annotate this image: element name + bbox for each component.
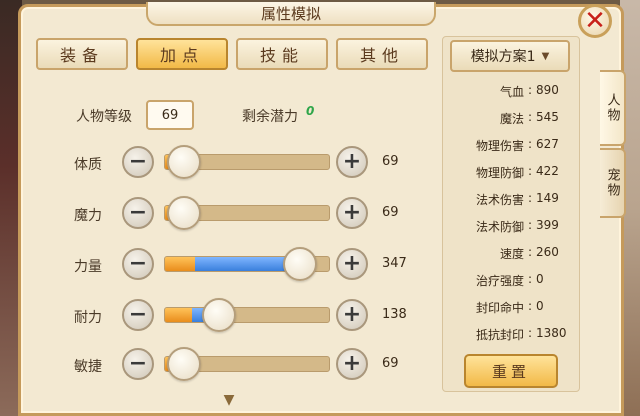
stat-name: 魔法 — [499, 112, 524, 126]
close-button[interactable]: ✕ — [578, 4, 612, 38]
attribute-value: 138 — [382, 307, 407, 322]
stat-name: 法术防御 — [475, 220, 524, 234]
plus-button[interactable]: + — [336, 299, 368, 331]
minus-button[interactable]: − — [122, 248, 154, 280]
attribute-label: 耐力 — [74, 310, 102, 326]
attribute-value: 69 — [382, 154, 399, 169]
minus-icon: − — [128, 351, 148, 376]
attribute-slider-track[interactable] — [164, 307, 330, 323]
stat-name: 物理防御 — [475, 166, 524, 180]
stat-value: 0 — [536, 299, 544, 313]
stat-separator: : — [527, 299, 533, 313]
plus-button[interactable]: + — [336, 146, 368, 178]
stat-row: 治疗强度:0 — [446, 272, 576, 289]
stat-row: 封印命中:0 — [446, 299, 576, 316]
stat-name: 治疗强度 — [475, 274, 524, 288]
tab-equipment[interactable]: 装备 — [36, 38, 128, 70]
potential-label: 剩余潜力 — [242, 109, 298, 125]
stat-name: 物理伤害 — [475, 139, 524, 153]
minus-icon: − — [128, 251, 148, 276]
close-icon: ✕ — [584, 6, 606, 36]
stat-value: 890 — [536, 83, 559, 97]
stat-value: 149 — [536, 191, 559, 205]
stat-value: 260 — [536, 245, 559, 259]
minus-icon: − — [128, 149, 148, 174]
stat-separator: : — [527, 110, 533, 124]
tab-skills[interactable]: 技能 — [236, 38, 328, 70]
attribute-value: 347 — [382, 256, 407, 271]
stat-name: 抵抗封印 — [475, 328, 524, 342]
plus-button[interactable]: + — [336, 348, 368, 380]
slider-knob[interactable] — [201, 298, 236, 332]
plus-icon: + — [342, 251, 362, 276]
stat-value: 1380 — [536, 326, 567, 340]
stat-separator: : — [527, 272, 533, 286]
plus-icon: + — [342, 200, 362, 225]
slider-knob[interactable] — [166, 196, 201, 230]
stat-row: 法术防御:399 — [446, 218, 576, 235]
attribute-value: 69 — [382, 205, 399, 220]
slider-fill-base — [165, 257, 195, 271]
plus-button[interactable]: + — [336, 248, 368, 280]
stat-value: 0 — [536, 272, 544, 286]
minus-icon: − — [128, 200, 148, 225]
stat-separator: : — [527, 191, 533, 205]
reset-button[interactable]: 重置 — [464, 354, 558, 388]
stat-separator: : — [527, 83, 533, 97]
stat-name: 封印命中 — [475, 301, 524, 315]
attribute-label: 力量 — [74, 259, 102, 275]
attribute-label: 魔力 — [74, 208, 102, 224]
attribute-value: 69 — [382, 356, 399, 371]
stat-separator: : — [527, 326, 533, 340]
scroll-down-icon[interactable]: ▼ — [219, 392, 239, 408]
minus-icon: − — [128, 302, 148, 327]
level-label: 人物等级 — [76, 109, 132, 125]
slider-fill-base — [165, 308, 192, 322]
slider-knob[interactable] — [166, 145, 201, 179]
potential-value: 0 — [306, 104, 315, 118]
attribute-label: 敏捷 — [74, 359, 102, 375]
stat-name: 法术伤害 — [475, 193, 524, 207]
tab-add-points[interactable]: 加点 — [136, 38, 228, 70]
stat-separator: : — [527, 218, 533, 232]
chevron-down-icon: ▼ — [541, 50, 550, 62]
attribute-label: 体质 — [74, 157, 102, 173]
stat-row: 法术伤害:149 — [446, 191, 576, 208]
stat-value: 627 — [536, 137, 559, 151]
stat-name: 气血 — [499, 85, 524, 99]
plus-icon: + — [342, 149, 362, 174]
scheme-dropdown[interactable]: 模拟方案1 ▼ — [450, 40, 570, 72]
stat-name: 速度 — [499, 247, 524, 261]
stat-row: 抵抗封印:1380 — [446, 326, 576, 343]
stat-separator: : — [527, 164, 533, 178]
tab-other[interactable]: 其他 — [336, 38, 428, 70]
scheme-label: 模拟方案1 — [470, 49, 536, 65]
stat-row: 气血:890 — [446, 83, 576, 100]
stat-separator: : — [527, 245, 533, 259]
plus-icon: + — [342, 302, 362, 327]
stat-value: 422 — [536, 164, 559, 178]
window-title: 属性模拟 — [146, 2, 436, 26]
plus-icon: + — [342, 351, 362, 376]
stat-row: 物理伤害:627 — [446, 137, 576, 154]
stat-row: 速度:260 — [446, 245, 576, 262]
stat-row: 物理防御:422 — [446, 164, 576, 181]
side-tab-character[interactable]: 人物 — [600, 70, 626, 146]
stat-value: 399 — [536, 218, 559, 232]
minus-button[interactable]: − — [122, 299, 154, 331]
plus-button[interactable]: + — [336, 197, 368, 229]
minus-button[interactable]: − — [122, 348, 154, 380]
stat-value: 545 — [536, 110, 559, 124]
level-input[interactable]: 69 — [146, 100, 194, 130]
slider-knob[interactable] — [166, 347, 201, 381]
stat-separator: : — [527, 137, 533, 151]
minus-button[interactable]: − — [122, 197, 154, 229]
slider-knob[interactable] — [283, 247, 318, 281]
minus-button[interactable]: − — [122, 146, 154, 178]
side-tab-pet[interactable]: 宠物 — [600, 148, 626, 218]
stat-row: 魔法:545 — [446, 110, 576, 127]
